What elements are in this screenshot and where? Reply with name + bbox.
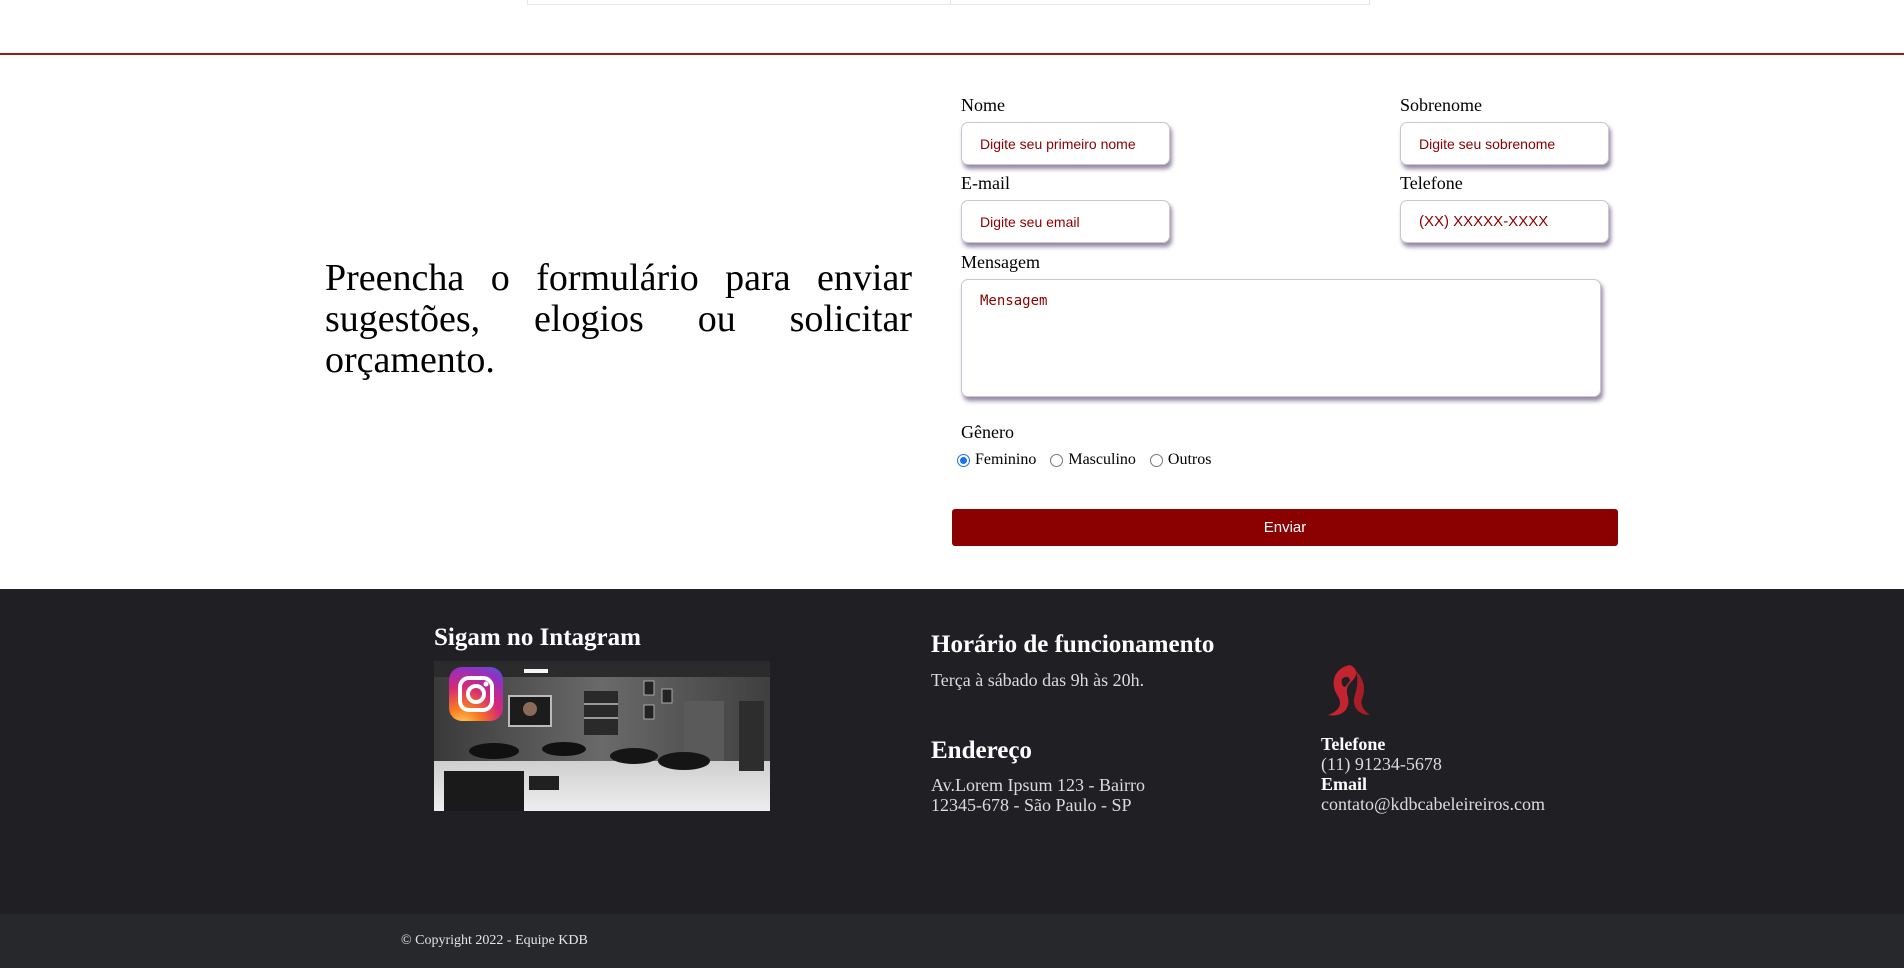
address-line-1: Av.Lorem Ipsum 123 - Bairro [931, 775, 1145, 795]
radio-masculino-label: Masculino [1068, 451, 1136, 468]
instagram-title: Sigam no Intagram [434, 624, 641, 651]
email-input[interactable] [961, 200, 1170, 243]
radio-masculino-dot[interactable] [1050, 453, 1064, 467]
hours-title: Horário de funcionamento [931, 631, 1215, 658]
address-title: Endereço [931, 737, 1032, 764]
radio-outros[interactable]: Outros [1149, 451, 1212, 469]
contact-intro-text: Preencha o formulário para enviar sugest… [325, 257, 912, 381]
nome-input[interactable] [961, 122, 1170, 165]
radio-masculino[interactable]: Masculino [1050, 451, 1136, 469]
mensagem-textarea[interactable] [961, 279, 1601, 397]
genero-label: Gênero [961, 422, 1014, 442]
email-label: E-mail [961, 173, 1010, 193]
sobrenome-input[interactable] [1400, 122, 1609, 165]
sobrenome-label: Sobrenome [1400, 95, 1482, 115]
mensagem-label: Mensagem [961, 252, 1040, 272]
address-line-2: 12345-678 - São Paulo - SP [931, 795, 1132, 815]
top-section-remnant [527, 0, 1370, 5]
phone-value: (11) 91234-5678 [1321, 754, 1442, 774]
nome-label: Nome [961, 95, 1005, 115]
woman-hair-logo-icon [1320, 661, 1374, 721]
telefone-label: Telefone [1400, 173, 1463, 193]
genero-radio-group: Feminino Masculino Outros [957, 451, 1225, 469]
copyright-bar [0, 914, 1904, 968]
radio-outros-dot[interactable] [1149, 453, 1163, 467]
radio-outros-label: Outros [1167, 451, 1212, 468]
copyright-text: © Copyright 2022 - Equipe KDB [401, 933, 588, 948]
enviar-button[interactable]: Enviar [952, 509, 1618, 546]
section-divider [0, 53, 1904, 55]
hours-text: Terça à sábado das 9h às 20h. [931, 670, 1145, 690]
telefone-input[interactable] [1400, 200, 1609, 243]
instagram-icon[interactable] [449, 667, 503, 721]
radio-feminino-dot[interactable] [957, 453, 970, 467]
email-footer-label: Email [1321, 774, 1368, 794]
phone-label: Telefone [1321, 734, 1386, 754]
radio-feminino[interactable]: Feminino [957, 451, 1036, 469]
email-footer-value[interactable]: contato@kdbcabeleireiros.com [1321, 794, 1545, 814]
radio-feminino-label: Feminino [975, 451, 1037, 468]
